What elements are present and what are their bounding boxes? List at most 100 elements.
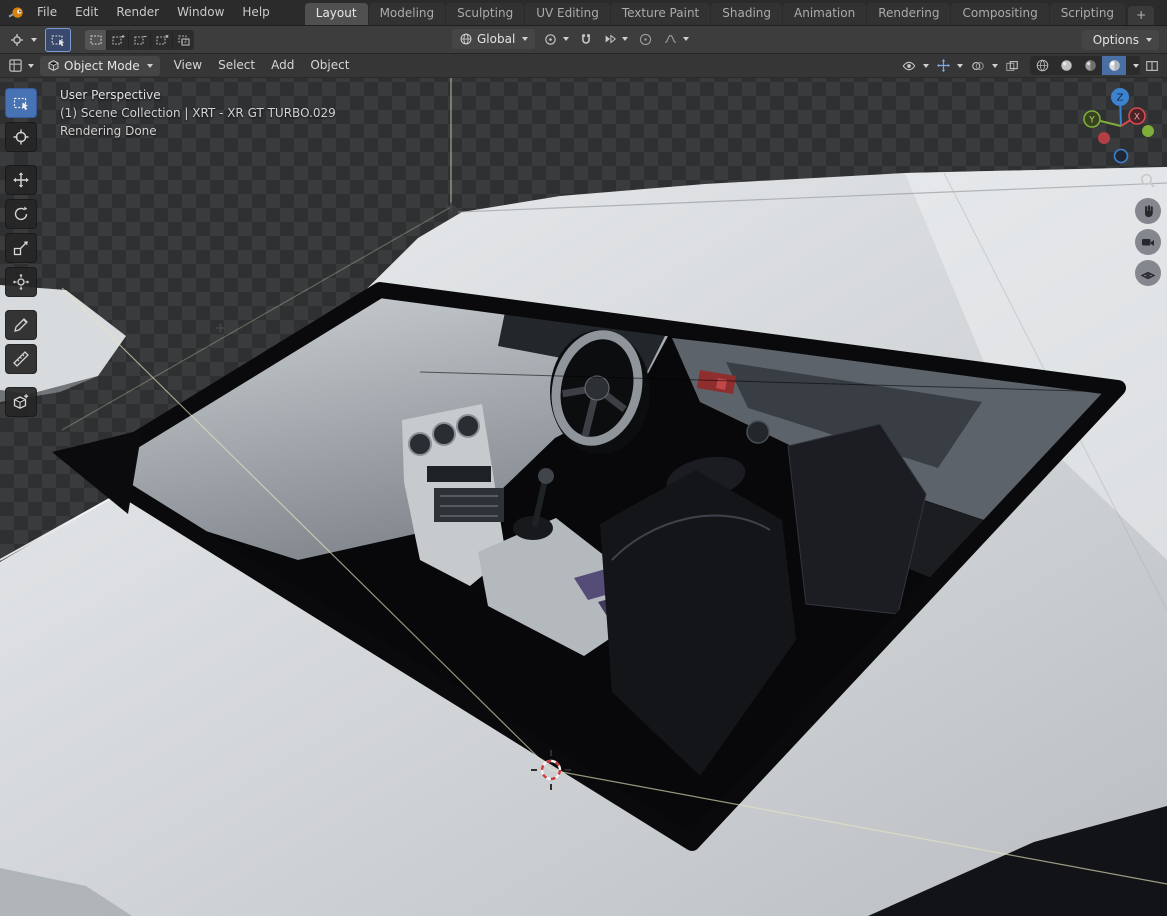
mode-dropdown[interactable]: Object Mode <box>40 55 160 76</box>
solid-shading-icon <box>1060 60 1072 71</box>
menu-window[interactable]: Window <box>168 0 233 25</box>
menu-select[interactable]: Select <box>210 54 263 77</box>
chevron-down-icon <box>31 37 37 42</box>
snap-settings-dropdown[interactable] <box>601 29 630 49</box>
tab-rendering[interactable]: Rendering <box>867 3 951 25</box>
pan-control[interactable] <box>1135 198 1161 224</box>
tab-modeling[interactable]: Modeling <box>368 3 446 25</box>
select-mode-extend[interactable] <box>107 29 129 50</box>
tool-rotate[interactable] <box>5 199 37 229</box>
chevron-down-icon <box>683 37 690 41</box>
viewport-editor-icon <box>9 59 22 72</box>
overlays-dropdown[interactable] <box>968 58 1000 74</box>
mirror-base <box>52 430 142 514</box>
door-handle-accent <box>716 378 727 390</box>
gear-knob[interactable] <box>538 468 554 484</box>
axis-x-label: X <box>1134 113 1140 123</box>
camera-view-control[interactable] <box>1135 229 1161 255</box>
gizmos-dropdown[interactable] <box>934 57 965 74</box>
chevron-down-icon <box>563 37 570 41</box>
tool-select-box[interactable] <box>5 88 37 118</box>
tool-context-dropdown[interactable] <box>8 30 39 50</box>
door-speaker <box>746 420 770 444</box>
shading-solid-button[interactable] <box>1054 56 1078 75</box>
chevron-down-icon <box>992 63 998 68</box>
orientation-value: Global <box>477 32 516 46</box>
snap-toggle[interactable] <box>577 29 595 49</box>
editor-type-dropdown[interactable] <box>6 56 36 76</box>
navigation-gizmo[interactable]: Z Y X <box>1076 81 1166 171</box>
select-mode-invert[interactable] <box>151 29 173 50</box>
menu-edit[interactable]: Edit <box>66 0 107 25</box>
chevron-down-icon <box>522 37 529 41</box>
select-mode-set[interactable] <box>85 29 107 50</box>
globe-icon <box>460 33 472 45</box>
chevron-down-icon <box>622 37 629 41</box>
select-mode-intersect[interactable] <box>173 30 194 50</box>
visibility-dropdown[interactable] <box>899 58 931 74</box>
radio-unit <box>427 466 491 482</box>
cursor-tool-icon <box>13 129 29 145</box>
tool-measure[interactable] <box>5 344 37 374</box>
tab-animation[interactable]: Animation <box>783 3 867 25</box>
shading-material-button[interactable] <box>1078 56 1102 75</box>
shading-wireframe-button[interactable] <box>1030 56 1054 75</box>
proportional-falloff-dropdown[interactable] <box>661 29 691 49</box>
menu-view[interactable]: View <box>166 54 210 77</box>
tab-layout[interactable]: Layout <box>304 3 368 25</box>
tool-annotate[interactable] <box>5 310 37 340</box>
tool-transform[interactable] <box>5 267 37 297</box>
topbar: File Edit Render Window Help Layout Mode… <box>0 0 1167 26</box>
chevron-down-icon <box>28 63 34 68</box>
add-workspace-button[interactable]: + <box>1128 6 1155 25</box>
axis-y-neg-handle[interactable] <box>1142 125 1154 137</box>
menu-object[interactable]: Object <box>302 54 357 77</box>
chevron-down-icon <box>1132 63 1139 68</box>
proportional-editing-toggle[interactable] <box>636 29 655 49</box>
tab-shading[interactable]: Shading <box>711 3 782 25</box>
annotate-tool-icon <box>14 318 28 332</box>
tool-settings-right: Options <box>1081 30 1159 50</box>
shading-options-dropdown[interactable] <box>1126 56 1140 75</box>
select-mode-extend-icon <box>111 34 124 45</box>
object-mode-icon <box>48 60 59 71</box>
chevron-down-icon <box>923 63 929 68</box>
menu-add[interactable]: Add <box>263 54 302 77</box>
move-tool-icon <box>13 172 29 188</box>
menu-render[interactable]: Render <box>107 0 168 25</box>
tool-cursor[interactable] <box>5 122 37 152</box>
menu-file[interactable]: File <box>28 0 66 25</box>
tool-settings-bar: Global Options <box>0 26 1167 54</box>
tab-texture-paint[interactable]: Texture Paint <box>610 3 711 25</box>
xray-toggle[interactable] <box>1003 56 1021 76</box>
select-mode-set-icon <box>89 34 102 45</box>
camera-icon <box>1142 239 1154 246</box>
gizmo-icon <box>936 58 951 73</box>
axis-x-neg-handle[interactable] <box>1098 132 1110 144</box>
tool-add-cube[interactable] <box>5 387 37 417</box>
perspective-toggle-control[interactable] <box>1135 260 1161 286</box>
tab-scripting[interactable]: Scripting <box>1049 3 1126 25</box>
tab-compositing[interactable]: Compositing <box>951 3 1049 25</box>
tool-move[interactable] <box>5 165 37 195</box>
rotate-tool-icon <box>14 206 28 221</box>
shading-rendered-button[interactable] <box>1102 56 1126 75</box>
select-mode-subtract-icon <box>133 35 146 45</box>
options-dropdown[interactable]: Options <box>1081 30 1159 50</box>
dash-vent <box>408 432 432 456</box>
axis-z-neg-handle[interactable] <box>1113 148 1129 164</box>
active-tool-indicator[interactable] <box>45 27 71 52</box>
pivot-point-dropdown[interactable] <box>541 29 571 49</box>
viewport-3d[interactable]: Object Mode View Select Add Object User … <box>0 54 1167 916</box>
select-mode-subtract[interactable] <box>129 29 151 50</box>
menu-help[interactable]: Help <box>233 0 278 25</box>
rendered-shading-icon <box>1108 60 1120 71</box>
blender-logo-icon[interactable] <box>6 3 26 23</box>
tab-uv-editing[interactable]: UV Editing <box>525 3 610 25</box>
zoom-control[interactable] <box>1135 168 1161 194</box>
editor-split-icon[interactable] <box>1143 56 1161 76</box>
tool-scale[interactable] <box>5 233 37 263</box>
orientation-dropdown[interactable]: Global <box>452 29 536 49</box>
tab-sculpting[interactable]: Sculpting <box>446 3 525 25</box>
scale-tool-icon <box>13 241 28 256</box>
